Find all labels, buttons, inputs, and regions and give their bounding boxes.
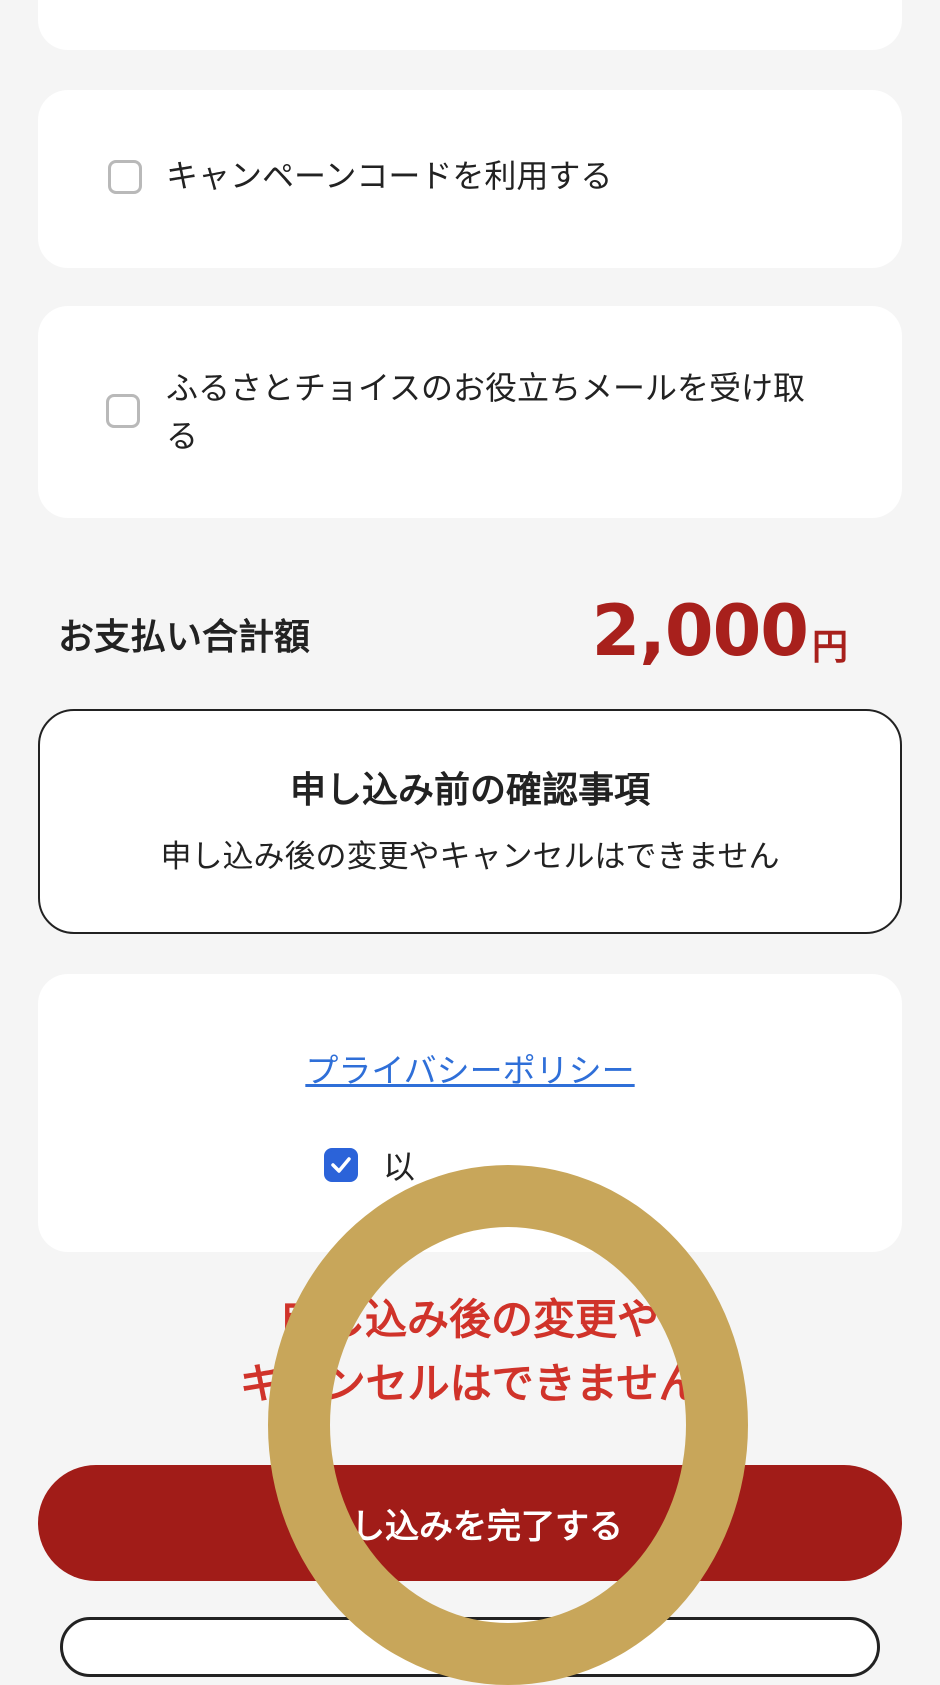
check-icon [331,1157,351,1173]
campaign-code-card: キャンペーンコードを利用する [38,90,902,268]
newsletter-checkbox[interactable] [106,394,140,428]
total-amount: 2,000 [591,590,809,672]
total-unit: 円 [811,627,848,668]
confirmation-body: 申し込み後の変更やキャンセルはできません [160,839,780,875]
privacy-agree-label: 以 [383,1148,416,1186]
warning-line2: キャンセルはできません [239,1359,701,1408]
campaign-code-checkbox[interactable] [108,160,142,194]
submit-button[interactable]: 申し込みを完了する [38,1465,902,1581]
confirmation-box: 申し込み前の確認事項 申し込み後の変更やキャンセルはできません [38,709,902,934]
newsletter-label-line1: ふるさとチョイスのお役立ちメールを受け取 [166,369,806,407]
privacy-policy-link[interactable]: プライバシーポリシー [38,1044,902,1092]
campaign-code-label: キャンペーンコードを利用する [166,157,613,195]
privacy-card: プライバシーポリシー 以 [38,974,902,1252]
secondary-button[interactable] [60,1617,880,1677]
total-label: お支払い合計額 [58,617,311,658]
newsletter-label-line2: る [166,417,199,455]
warning-line1: 申し込み後の変更や [280,1295,659,1344]
newsletter-card: ふるさとチョイスのお役立ちメールを受け取 る [38,306,902,518]
privacy-agree-checkbox[interactable] [324,1148,358,1182]
submit-button-label: 申し込みを完了する [317,1506,623,1547]
confirmation-title: 申し込み前の確認事項 [289,770,650,811]
top-card [38,0,902,50]
